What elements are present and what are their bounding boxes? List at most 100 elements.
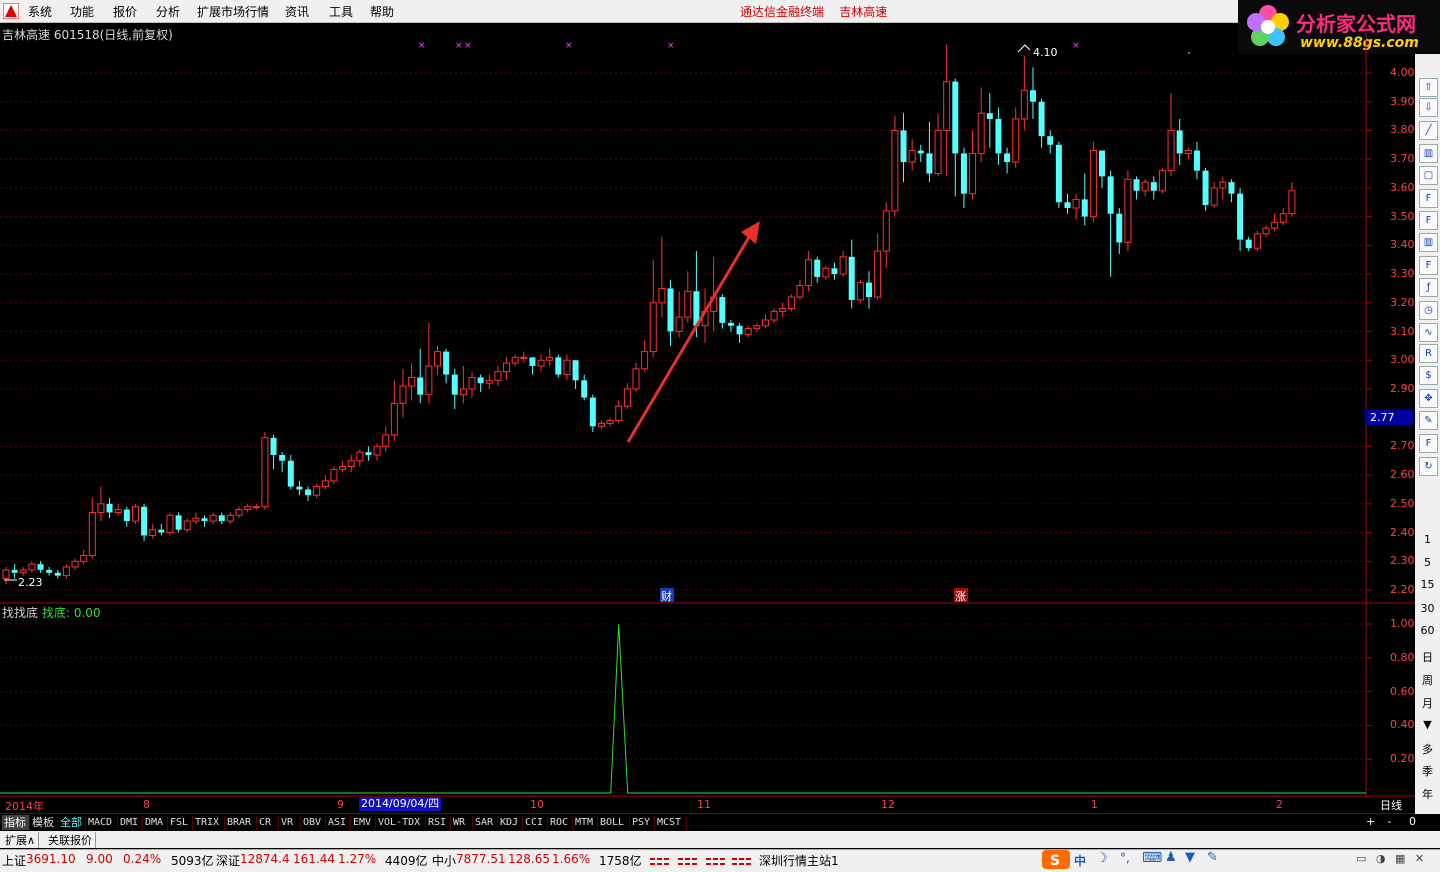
signal-mark: × [1072, 41, 1080, 51]
indicator-tab[interactable]: CR [257, 815, 279, 830]
candle-body [926, 153, 933, 174]
indicator-tab[interactable]: KDJ [498, 815, 523, 830]
f12-icon[interactable]: F [1419, 256, 1438, 275]
indicator-tab[interactable]: BRAR [225, 815, 257, 830]
up-arrow-icon[interactable]: ⇧ [1419, 78, 1438, 97]
menu-system[interactable]: 系统 [28, 3, 52, 20]
menu-function[interactable]: 功能 [70, 3, 94, 20]
period-button[interactable]: 多 [1415, 741, 1440, 757]
menu-analysis[interactable]: 分析 [156, 3, 180, 20]
period-button[interactable]: 季 [1415, 763, 1440, 779]
indicator-tab[interactable]: DMA [143, 815, 168, 830]
grid-icon[interactable]: ▦ [1395, 852, 1405, 865]
ime-mode[interactable]: 中 [1074, 852, 1086, 869]
clock-icon[interactable]: ◷ [1419, 301, 1438, 320]
rsi-icon[interactable]: R [1419, 344, 1438, 363]
box-icon[interactable]: ▢ [1419, 166, 1438, 185]
candle-body [831, 268, 838, 275]
date-cursor: 2014/09/04/四 [359, 797, 442, 811]
indicator-tab[interactable]: FSL [168, 815, 193, 830]
indicator-tab[interactable]: MACD [86, 815, 118, 830]
indicator-tab[interactable]: TRIX [193, 815, 225, 830]
candle-icon[interactable]: ▥ [1419, 144, 1438, 163]
candle-body [753, 325, 761, 330]
punctuation-icon[interactable]: °, [1120, 851, 1130, 865]
indicator-tab[interactable]: 模板 [30, 815, 58, 830]
period-button[interactable]: 1 [1415, 533, 1440, 546]
pen-icon[interactable]: ✎ [1419, 411, 1438, 430]
indicator-tab[interactable]: OBV [301, 815, 326, 830]
period-label[interactable]: 日线 [1380, 797, 1402, 813]
sme-index-value: 7877.51 [456, 852, 506, 866]
menu-info[interactable]: 资讯 [285, 3, 309, 20]
candle-body [520, 356, 528, 359]
f5-icon[interactable]: F [1419, 434, 1438, 453]
candle-body [1237, 193, 1244, 240]
formula-icon[interactable]: ƒ [1419, 278, 1438, 297]
indicator-tab[interactable]: EMV [351, 815, 376, 830]
indicator-tab[interactable]: MTM [573, 815, 598, 830]
app-logo-icon[interactable] [3, 3, 19, 19]
chart-icon[interactable]: ▥ [1419, 233, 1438, 252]
period-button[interactable]: 日 [1415, 649, 1440, 665]
indicator-tab[interactable]: ASI [326, 815, 351, 830]
kline-chart[interactable]: 4.102.23× × × × × ×财涨 [0, 22, 1415, 797]
indicator-tab[interactable]: SAR [473, 815, 498, 830]
period-button[interactable]: 月 [1415, 695, 1440, 711]
zoom-in-button[interactable]: + [1366, 815, 1384, 828]
candle-body [581, 380, 588, 398]
menu-tools[interactable]: 工具 [329, 3, 353, 20]
indicator-tab[interactable]: ROC [548, 815, 573, 830]
menu-ext-market[interactable]: 扩展市场行情 [197, 3, 269, 20]
candle-body [615, 405, 623, 422]
indicator-tab[interactable]: PSY [630, 815, 655, 830]
indicator-tab[interactable]: RSI [426, 815, 451, 830]
wave-icon[interactable]: ∿ [1419, 323, 1438, 342]
network-icon[interactable]: ◑ [1376, 852, 1386, 865]
period-button[interactable]: 5 [1415, 556, 1440, 569]
candle-body [46, 569, 53, 573]
period-button[interactable]: 30 [1415, 602, 1440, 615]
sz-index-label: 深证 [216, 854, 241, 868]
refresh-icon[interactable]: ↻ [1419, 457, 1438, 476]
period-button[interactable]: 年 [1415, 786, 1440, 802]
candle-body [943, 81, 951, 131]
keyboard-icon[interactable]: ⌨ [1142, 850, 1162, 866]
down-arrow-icon[interactable]: ⇩ [1419, 98, 1438, 117]
monitor-icon[interactable]: ▭ [1356, 852, 1366, 865]
skin-icon[interactable]: ▼ [1185, 850, 1195, 865]
period-button[interactable]: 60 [1415, 624, 1440, 637]
ext-toggle-tab[interactable]: 扩展∧ [2, 832, 40, 848]
user-icon[interactable]: ♟ [1165, 850, 1177, 865]
indicator-tab[interactable]: BOLL [598, 815, 630, 830]
settings-icon[interactable]: ✎ [1207, 850, 1218, 865]
indicator-tab[interactable]: CCI [523, 815, 548, 830]
money-icon[interactable]: $ [1419, 366, 1438, 385]
indicator-tab[interactable]: 全部 [58, 815, 86, 830]
trend-icon[interactable]: ╱ [1419, 121, 1438, 140]
indicator-tab[interactable]: MCST [655, 815, 687, 830]
price-tick-label: 2.50 [1390, 496, 1415, 510]
ime-toolbar[interactable]: S [1042, 849, 1222, 870]
cross-arrows-icon[interactable]: ✥ [1419, 389, 1438, 408]
menu-quote[interactable]: 报价 [113, 3, 137, 20]
server-name[interactable]: 深圳行情主站1 [759, 852, 839, 869]
fin-icon[interactable]: F [1419, 189, 1438, 208]
indicator-tab[interactable]: VOL-TDX [376, 815, 426, 830]
period-button[interactable]: 15 [1415, 578, 1440, 591]
indicator-tab[interactable]: DMI [118, 815, 143, 830]
f10-icon[interactable]: F [1419, 211, 1438, 230]
indicator-tab[interactable]: 指标 [2, 815, 30, 830]
period-button[interactable]: 周 [1415, 672, 1440, 688]
candle-body [279, 455, 286, 461]
moon-icon[interactable]: ☽ [1096, 851, 1108, 866]
indicator-name[interactable]: 找找底 [2, 604, 38, 621]
zoom-reset-button[interactable]: 0 [1409, 815, 1421, 828]
indicator-tab[interactable]: WR [451, 815, 473, 830]
close-icon[interactable]: ✕ [1415, 852, 1424, 865]
zoom-out-button[interactable]: - [1388, 815, 1406, 828]
related-quotes-tab[interactable]: 关联报价 [45, 832, 96, 848]
indicator-tab[interactable]: VR [279, 815, 301, 830]
candle-body [1089, 150, 1097, 218]
menu-help[interactable]: 帮助 [370, 3, 394, 20]
